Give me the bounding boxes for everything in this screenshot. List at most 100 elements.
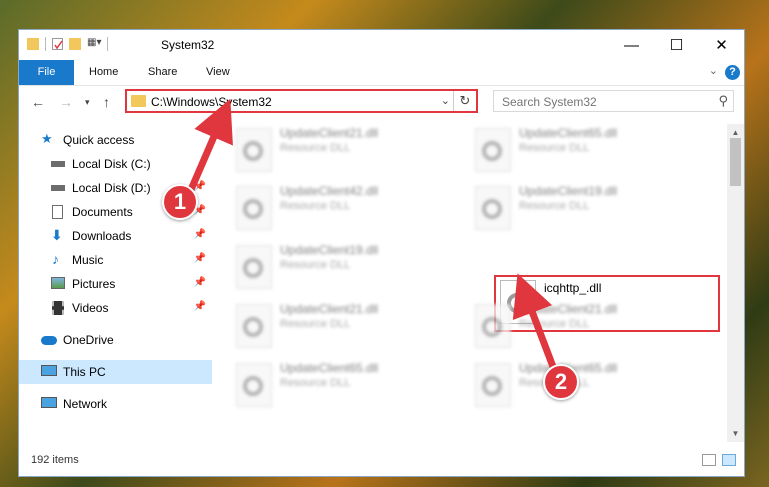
divider (45, 37, 46, 51)
gear-icon (482, 199, 502, 219)
search-icon[interactable]: ⚲ (718, 93, 728, 109)
properties-icon[interactable] (52, 38, 63, 50)
gear-icon (243, 376, 263, 396)
sidebar-item-label: Pictures (72, 277, 116, 291)
sidebar-item-label: This PC (63, 365, 106, 379)
drive-icon (51, 161, 65, 167)
downloads-icon: ⬇ (51, 227, 63, 243)
dll-file-icon (236, 245, 272, 289)
refresh-icon[interactable]: ↻ (453, 91, 476, 111)
pin-icon[interactable]: 📌 (194, 253, 206, 264)
file-name: UpdateClient19.dll (519, 184, 618, 198)
file-list: UpdateClient21.dll Resource DLL UpdateCl… (212, 124, 729, 442)
dll-file-icon (475, 363, 511, 407)
close-button[interactable]: ✕ (699, 30, 744, 60)
folder-icon[interactable] (27, 38, 39, 50)
pin-icon[interactable]: 📌 (194, 181, 206, 192)
file-item[interactable]: UpdateClient65.dll Resource DLL (228, 359, 438, 409)
up-arrow-icon[interactable]: ↑ (103, 94, 110, 110)
file-item[interactable]: UpdateClient21.dll Resource DLL (228, 300, 438, 350)
ribbon-tabs: File Home Share View ⌄ ? (19, 60, 744, 86)
tab-home[interactable]: Home (89, 60, 118, 85)
file-item[interactable]: UpdateClient21.dll Resource DLL (228, 124, 438, 174)
drive-icon (51, 185, 65, 191)
computer-icon (41, 365, 57, 376)
dll-file-icon (236, 304, 272, 348)
scrollbar-thumb[interactable] (730, 138, 741, 186)
sidebar-item-quick-access[interactable]: ★ Quick access (19, 128, 212, 152)
scroll-down-icon[interactable]: ▼ (727, 425, 744, 442)
gear-icon (243, 258, 263, 278)
dll-file-icon (236, 128, 272, 172)
file-type: Resource DLL (519, 142, 590, 154)
sidebar-item-music[interactable]: ♪ Music 📌 (19, 248, 212, 272)
sidebar-item-onedrive[interactable]: OneDrive (19, 328, 212, 352)
file-item[interactable]: UpdateClient19.dll Resource DLL (467, 182, 677, 232)
gear-icon (243, 199, 263, 219)
recent-locations-icon[interactable]: ▾ (85, 97, 90, 108)
cloud-icon (41, 336, 57, 345)
sidebar-item-downloads[interactable]: ⬇ Downloads 📌 (19, 224, 212, 248)
back-arrow-icon[interactable]: ← (31, 94, 45, 110)
status-bar: 192 items (19, 446, 744, 476)
new-folder-icon[interactable] (69, 38, 81, 50)
pictures-icon (51, 277, 65, 289)
dll-file-icon (236, 363, 272, 407)
pin-icon[interactable]: 📌 (194, 229, 206, 240)
file-type: Resource DLL (519, 318, 590, 330)
minimize-button[interactable]: — (609, 30, 654, 60)
sidebar-item-network[interactable]: Network (19, 392, 212, 416)
search-input[interactable] (500, 94, 704, 110)
window-title: System32 (161, 38, 215, 52)
tab-view[interactable]: View (206, 60, 230, 85)
forward-arrow-icon[interactable]: → (59, 94, 73, 110)
videos-icon (52, 301, 64, 315)
tab-share[interactable]: Share (148, 60, 177, 85)
title-bar: ▦▾ System32 — ☐ ✕ (19, 30, 744, 60)
address-path[interactable]: C:\Windows\System32 (151, 95, 272, 109)
chevron-down-icon[interactable]: ⌄ (709, 64, 718, 77)
address-bar[interactable]: C:\Windows\System32 ⌄ ↻ (125, 89, 478, 113)
pin-icon[interactable]: 📌 (194, 301, 206, 312)
sidebar-item-pictures[interactable]: Pictures 📌 (19, 272, 212, 296)
tab-file[interactable]: File (19, 60, 74, 85)
file-name: UpdateClient21.dll (280, 302, 379, 316)
file-item[interactable]: UpdateClient21.dll Resource DLL (467, 300, 677, 350)
gear-icon (243, 141, 263, 161)
help-icon[interactable]: ? (725, 65, 740, 80)
gear-icon (482, 317, 502, 337)
sidebar-item-local-disk-c[interactable]: Local Disk (C:) (19, 152, 212, 176)
step-callout-2: 2 (543, 364, 579, 400)
file-item[interactable]: UpdateClient19.dll Resource DLL (228, 241, 438, 291)
search-box[interactable]: ⚲ (493, 90, 734, 112)
star-icon: ★ (41, 131, 53, 146)
documents-icon (52, 205, 63, 219)
navigation-pane: ★ Quick access Local Disk (C:) Local Dis… (19, 124, 212, 442)
pin-icon[interactable]: 📌 (194, 277, 206, 288)
gear-icon (243, 317, 263, 337)
sidebar-item-videos[interactable]: Videos 📌 (19, 296, 212, 320)
window-controls: — ☐ ✕ (609, 30, 744, 60)
file-type: Resource DLL (280, 200, 351, 212)
file-item[interactable]: UpdateClient65.dll Resource DLL (467, 124, 677, 174)
file-name: icqhttp_.dll (544, 281, 602, 295)
file-item[interactable]: UpdateClient42.dll Resource DLL (228, 182, 438, 232)
chevron-down-icon[interactable]: ⌄ (441, 94, 450, 107)
file-name: UpdateClient21.dll (519, 302, 618, 316)
file-name: UpdateClient21.dll (280, 126, 379, 140)
sidebar-item-label: Documents (72, 205, 133, 219)
dll-file-icon (475, 186, 511, 230)
sidebar-item-label: Local Disk (D:) (72, 181, 151, 195)
sidebar-item-this-pc[interactable]: This PC (19, 360, 212, 384)
details-view-icon[interactable] (702, 454, 716, 466)
vertical-scrollbar[interactable]: ▲ ▼ (727, 124, 744, 442)
step-callout-1: 1 (162, 184, 198, 220)
network-icon (41, 397, 57, 408)
navigation-bar: ← → ▾ ↑ C:\Windows\System32 ⌄ ↻ ⚲ (19, 86, 744, 118)
customize-toolbar-icon[interactable]: ▦▾ (87, 37, 101, 51)
file-type: Resource DLL (280, 318, 351, 330)
sidebar-item-label: Videos (72, 301, 109, 315)
dll-file-icon (475, 128, 511, 172)
maximize-button[interactable]: ☐ (654, 30, 699, 60)
large-icons-view-icon[interactable] (722, 454, 736, 466)
